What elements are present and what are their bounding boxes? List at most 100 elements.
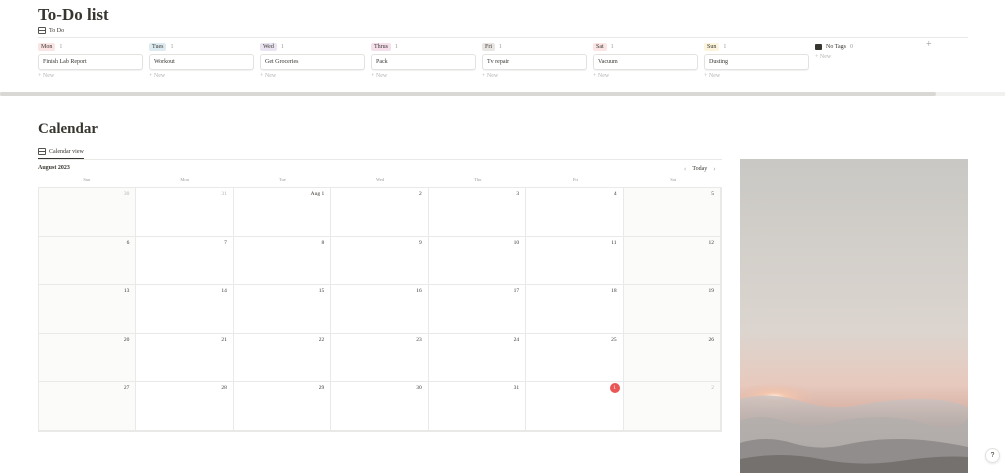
- board-column-sat: Sat 1 Vacuum + New: [593, 42, 698, 79]
- day-number: 24: [513, 336, 520, 343]
- chevron-right-icon[interactable]: ›: [713, 165, 715, 173]
- column-count: 1: [170, 43, 174, 50]
- day-number: 7: [224, 239, 227, 246]
- calendar-day-today[interactable]: 1: [526, 382, 624, 431]
- day-number: Aug 1: [310, 191, 325, 197]
- board-card[interactable]: Dusting: [704, 54, 809, 70]
- cover-image: [740, 159, 968, 473]
- calendar-day[interactable]: 18: [526, 285, 624, 334]
- new-card-button[interactable]: + New: [38, 73, 143, 79]
- day-number: 6: [126, 239, 130, 246]
- calendar-day[interactable]: 23: [331, 333, 429, 383]
- board-column-fri: Fri 1 Tv repair + New: [482, 42, 587, 79]
- column-tag[interactable]: Fri: [482, 42, 496, 51]
- calendar-day[interactable]: 29: [233, 382, 332, 431]
- calendar-day[interactable]: 30: [331, 382, 429, 431]
- divider: [38, 37, 968, 38]
- board-card[interactable]: Vacuum: [593, 54, 698, 70]
- calendar-month: August 2023: [38, 165, 70, 171]
- day-number: 30: [123, 191, 130, 197]
- calendar-day[interactable]: 12: [623, 236, 721, 286]
- help-button[interactable]: ?: [985, 448, 1000, 463]
- calendar-day[interactable]: 27: [39, 382, 137, 431]
- day-number: 17: [513, 288, 520, 295]
- column-tag[interactable]: Sat: [593, 42, 607, 51]
- horizontal-scrollbar[interactable]: [0, 92, 936, 96]
- new-card-button[interactable]: + New: [149, 73, 254, 79]
- column-count: 1: [280, 43, 284, 50]
- calendar-day[interactable]: 20: [39, 333, 137, 383]
- todo-view-tab-label: To Do: [49, 27, 65, 34]
- calendar-day[interactable]: 7: [136, 236, 234, 286]
- calendar-day[interactable]: 10: [428, 236, 527, 286]
- calendar-view-tab-label: Calendar view: [49, 148, 84, 155]
- day-number: 27: [123, 385, 130, 392]
- calendar-day[interactable]: 5: [623, 188, 721, 237]
- column-count: 1: [723, 43, 727, 50]
- calendar-day[interactable]: 22: [233, 333, 332, 383]
- calendar-day[interactable]: 19: [623, 285, 721, 334]
- day-number: 11: [611, 239, 617, 246]
- calendar-day[interactable]: 24: [428, 333, 527, 383]
- board-card[interactable]: Finish Lab Report: [38, 54, 143, 70]
- column-tag[interactable]: Thrus: [371, 42, 391, 51]
- new-card-button[interactable]: + New: [593, 73, 698, 79]
- calendar-day[interactable]: 2: [623, 382, 721, 431]
- calendar-day[interactable]: Aug 1: [233, 188, 332, 237]
- calendar-day[interactable]: 4: [526, 188, 624, 237]
- column-tag[interactable]: Tues: [149, 42, 167, 51]
- calendar-day[interactable]: 13: [39, 285, 137, 334]
- chevron-left-icon[interactable]: ‹: [684, 165, 686, 173]
- no-tags-label: No Tags: [826, 43, 846, 50]
- board-card[interactable]: Get Groceries: [260, 54, 365, 70]
- column-tag[interactable]: Sun: [704, 42, 720, 51]
- column-tag[interactable]: Mon: [38, 42, 56, 51]
- calendar-view-tab[interactable]: Calendar view: [38, 148, 84, 159]
- weekday-label: Thu: [474, 177, 482, 182]
- calendar-day[interactable]: 8: [233, 236, 332, 286]
- calendar-day[interactable]: 26: [623, 333, 721, 383]
- new-card-button[interactable]: + New: [704, 73, 809, 79]
- column-count: 1: [499, 43, 503, 50]
- calendar-day[interactable]: 30: [39, 188, 137, 237]
- day-number: 21: [221, 336, 227, 343]
- calendar-day[interactable]: 25: [526, 333, 624, 383]
- calendar-day[interactable]: 16: [331, 285, 429, 334]
- column-tag[interactable]: Wed: [260, 42, 277, 51]
- today-button[interactable]: Today: [692, 166, 707, 172]
- divider: [38, 159, 722, 160]
- board-column-thrus: Thrus 1 Pack + New: [371, 42, 476, 79]
- todo-title: To-Do list: [38, 5, 109, 24]
- board-card[interactable]: Workout: [149, 54, 254, 70]
- calendar-day[interactable]: 2: [331, 188, 429, 237]
- new-card-button[interactable]: + New: [482, 73, 587, 79]
- calendar-day[interactable]: 14: [136, 285, 234, 334]
- calendar-day[interactable]: 11: [526, 236, 624, 286]
- calendar-day[interactable]: 15: [233, 285, 332, 334]
- day-number: 20: [123, 336, 130, 343]
- calendar-nav: ‹ Today ›: [684, 165, 716, 173]
- today-marker: 1: [609, 383, 620, 394]
- calendar-day[interactable]: 21: [136, 333, 234, 383]
- calendar-day[interactable]: 31: [136, 188, 234, 237]
- calendar-day[interactable]: 9: [331, 236, 429, 286]
- board-card[interactable]: Tv repair: [482, 54, 587, 70]
- calendar-day[interactable]: 3: [428, 188, 527, 237]
- board-card[interactable]: Pack: [371, 54, 476, 70]
- new-card-button[interactable]: + New: [371, 73, 476, 79]
- new-card-button[interactable]: + New: [815, 54, 920, 60]
- board-column-wed: Wed 1 Get Groceries + New: [260, 42, 365, 79]
- day-number: 4: [613, 191, 617, 197]
- no-tags-icon: [815, 43, 822, 50]
- calendar-title: Calendar: [38, 121, 98, 137]
- add-column-button[interactable]: +: [926, 39, 932, 50]
- day-number: 29: [318, 385, 325, 392]
- new-card-button[interactable]: + New: [260, 73, 365, 79]
- day-number: 9: [418, 239, 422, 246]
- calendar-day[interactable]: 28: [136, 382, 234, 431]
- day-number: 30: [416, 385, 422, 392]
- weekday-label: Sun: [83, 177, 91, 182]
- calendar-day[interactable]: 6: [39, 236, 137, 286]
- calendar-day[interactable]: 31: [428, 382, 527, 431]
- calendar-day[interactable]: 17: [428, 285, 527, 334]
